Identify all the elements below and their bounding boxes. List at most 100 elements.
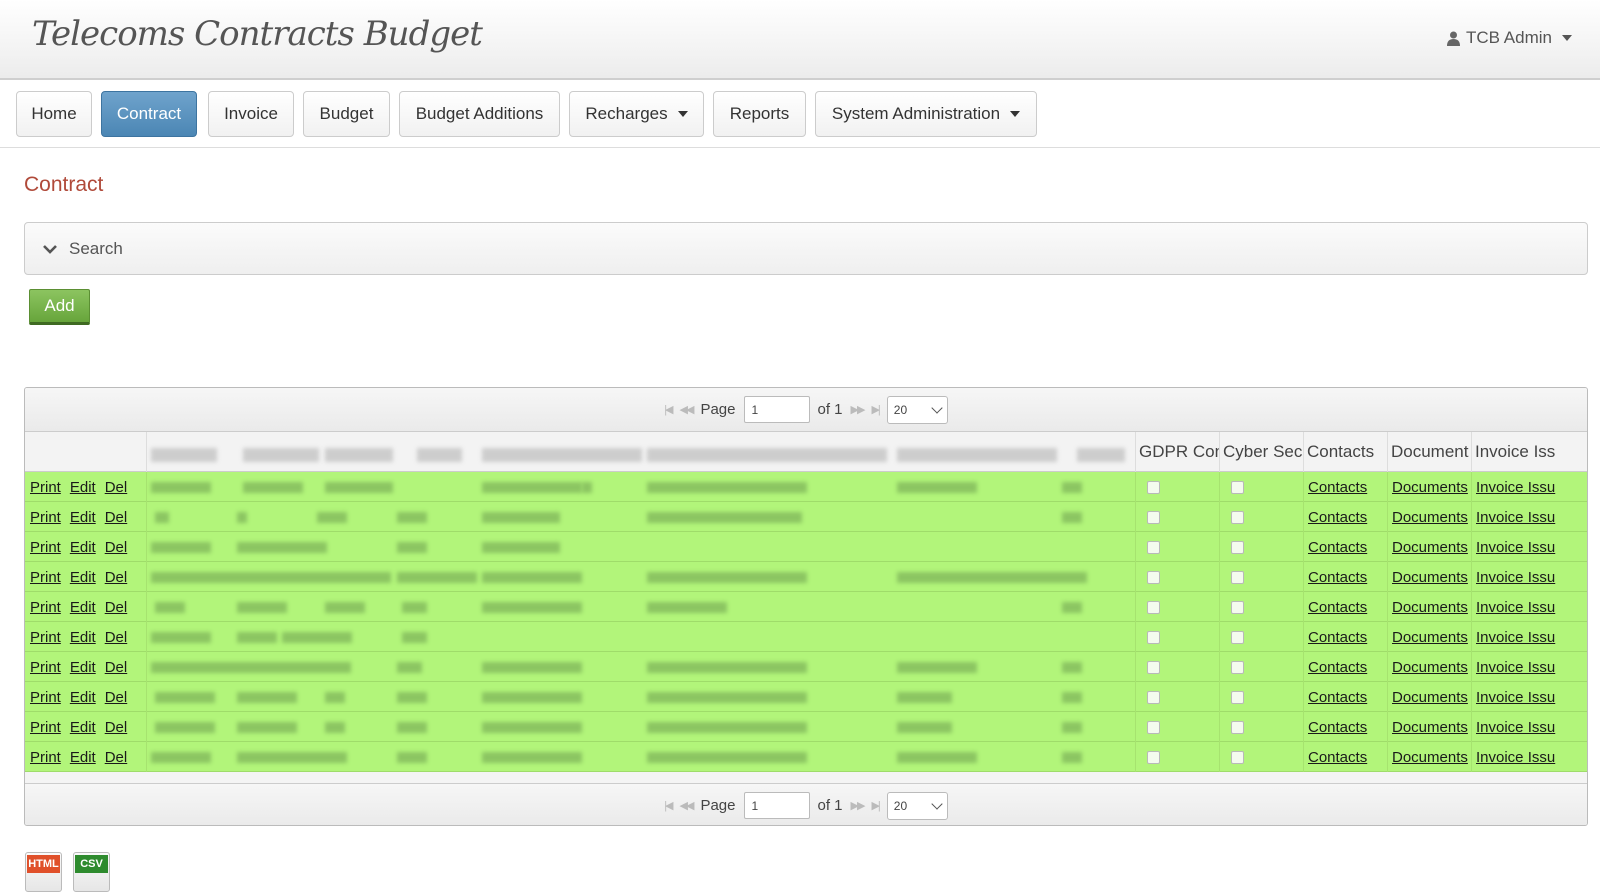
print-link[interactable]: Print [30, 509, 61, 526]
invoice-issues-link[interactable]: Invoice Issu [1476, 539, 1555, 556]
gdpr-checkbox[interactable] [1147, 540, 1160, 554]
contacts-link[interactable]: Contacts [1308, 719, 1367, 736]
contacts-link[interactable]: Contacts [1308, 599, 1367, 616]
cyber-sec-checkbox[interactable] [1231, 750, 1244, 764]
edit-link[interactable]: Edit [70, 599, 96, 616]
gdpr-checkbox[interactable] [1147, 660, 1160, 674]
delete-link[interactable]: Del [105, 599, 128, 616]
contacts-link[interactable]: Contacts [1308, 659, 1367, 676]
page-size-select[interactable]: 20 [886, 791, 948, 820]
invoice-issues-link[interactable]: Invoice Issu [1476, 659, 1555, 676]
header-cyber-sec[interactable]: Cyber Sec [1219, 432, 1303, 472]
contacts-link[interactable]: Contacts [1308, 629, 1367, 646]
nav-budget[interactable]: Budget [303, 91, 390, 137]
invoice-issues-link[interactable]: Invoice Issu [1476, 479, 1555, 496]
print-link[interactable]: Print [30, 659, 61, 676]
next-page-icon[interactable]: ▶▶ [851, 403, 866, 416]
edit-link[interactable]: Edit [70, 749, 96, 766]
gdpr-checkbox[interactable] [1147, 600, 1160, 614]
print-link[interactable]: Print [30, 569, 61, 586]
cyber-sec-checkbox[interactable] [1231, 510, 1244, 524]
print-link[interactable]: Print [30, 689, 61, 706]
nav-system-administration[interactable]: System Administration [815, 91, 1037, 137]
contacts-link[interactable]: Contacts [1308, 749, 1367, 766]
gdpr-checkbox[interactable] [1147, 510, 1160, 524]
header-documents[interactable]: Document [1387, 432, 1471, 472]
edit-link[interactable]: Edit [70, 509, 96, 526]
invoice-issues-link[interactable]: Invoice Issu [1476, 509, 1555, 526]
edit-link[interactable]: Edit [70, 689, 96, 706]
cyber-sec-checkbox[interactable] [1231, 630, 1244, 644]
contacts-link[interactable]: Contacts [1308, 479, 1367, 496]
gdpr-checkbox[interactable] [1147, 720, 1160, 734]
delete-link[interactable]: Del [105, 629, 128, 646]
contacts-link[interactable]: Contacts [1308, 539, 1367, 556]
cyber-sec-checkbox[interactable] [1231, 600, 1244, 614]
contacts-link[interactable]: Contacts [1308, 569, 1367, 586]
next-page-icon[interactable]: ▶▶ [851, 799, 866, 812]
nav-home[interactable]: Home [16, 91, 92, 137]
gdpr-checkbox[interactable] [1147, 480, 1160, 494]
page-number-input[interactable]: 1 [743, 396, 810, 423]
invoice-issues-link[interactable]: Invoice Issu [1476, 599, 1555, 616]
nav-contract[interactable]: Contract [101, 91, 197, 137]
print-link[interactable]: Print [30, 749, 61, 766]
search-panel-toggle[interactable]: Search [24, 222, 1588, 275]
app-logo[interactable]: Telecoms Contracts Budget [32, 14, 483, 54]
documents-link[interactable]: Documents [1392, 539, 1468, 556]
first-page-icon[interactable]: |◀ [664, 799, 673, 812]
documents-link[interactable]: Documents [1392, 479, 1468, 496]
print-link[interactable]: Print [30, 539, 61, 556]
delete-link[interactable]: Del [105, 539, 128, 556]
documents-link[interactable]: Documents [1392, 719, 1468, 736]
edit-link[interactable]: Edit [70, 539, 96, 556]
contacts-link[interactable]: Contacts [1308, 509, 1367, 526]
invoice-issues-link[interactable]: Invoice Issu [1476, 629, 1555, 646]
documents-link[interactable]: Documents [1392, 599, 1468, 616]
export-html-button[interactable]: HTML [25, 852, 62, 892]
cyber-sec-checkbox[interactable] [1231, 660, 1244, 674]
print-link[interactable]: Print [30, 719, 61, 736]
gdpr-checkbox[interactable] [1147, 630, 1160, 644]
delete-link[interactable]: Del [105, 749, 128, 766]
delete-link[interactable]: Del [105, 659, 128, 676]
documents-link[interactable]: Documents [1392, 749, 1468, 766]
gdpr-checkbox[interactable] [1147, 570, 1160, 584]
prev-page-icon[interactable]: ◀◀ [680, 403, 695, 416]
print-link[interactable]: Print [30, 629, 61, 646]
documents-link[interactable]: Documents [1392, 509, 1468, 526]
add-button[interactable]: Add [29, 289, 90, 325]
edit-link[interactable]: Edit [70, 659, 96, 676]
print-link[interactable]: Print [30, 479, 61, 496]
gdpr-checkbox[interactable] [1147, 690, 1160, 704]
delete-link[interactable]: Del [105, 479, 128, 496]
documents-link[interactable]: Documents [1392, 659, 1468, 676]
nav-budget-additions[interactable]: Budget Additions [399, 91, 560, 137]
contacts-link[interactable]: Contacts [1308, 689, 1367, 706]
cyber-sec-checkbox[interactable] [1231, 480, 1244, 494]
export-csv-button[interactable]: CSV [73, 852, 110, 892]
documents-link[interactable]: Documents [1392, 689, 1468, 706]
gdpr-checkbox[interactable] [1147, 750, 1160, 764]
nav-invoice[interactable]: Invoice [208, 91, 294, 137]
documents-link[interactable]: Documents [1392, 629, 1468, 646]
edit-link[interactable]: Edit [70, 719, 96, 736]
cyber-sec-checkbox[interactable] [1231, 690, 1244, 704]
invoice-issues-link[interactable]: Invoice Issu [1476, 569, 1555, 586]
page-number-input[interactable]: 1 [743, 792, 810, 819]
header-gdpr[interactable]: GDPR Con [1135, 432, 1219, 472]
cyber-sec-checkbox[interactable] [1231, 570, 1244, 584]
header-contacts[interactable]: Contacts [1303, 432, 1387, 472]
delete-link[interactable]: Del [105, 719, 128, 736]
invoice-issues-link[interactable]: Invoice Issu [1476, 749, 1555, 766]
cyber-sec-checkbox[interactable] [1231, 720, 1244, 734]
print-link[interactable]: Print [30, 599, 61, 616]
edit-link[interactable]: Edit [70, 629, 96, 646]
first-page-icon[interactable]: |◀ [664, 403, 673, 416]
prev-page-icon[interactable]: ◀◀ [680, 799, 695, 812]
delete-link[interactable]: Del [105, 509, 128, 526]
page-size-select[interactable]: 20 [886, 395, 948, 424]
last-page-icon[interactable]: ▶| [871, 403, 880, 416]
user-menu[interactable]: TCB Admin [1447, 28, 1572, 48]
delete-link[interactable]: Del [105, 569, 128, 586]
